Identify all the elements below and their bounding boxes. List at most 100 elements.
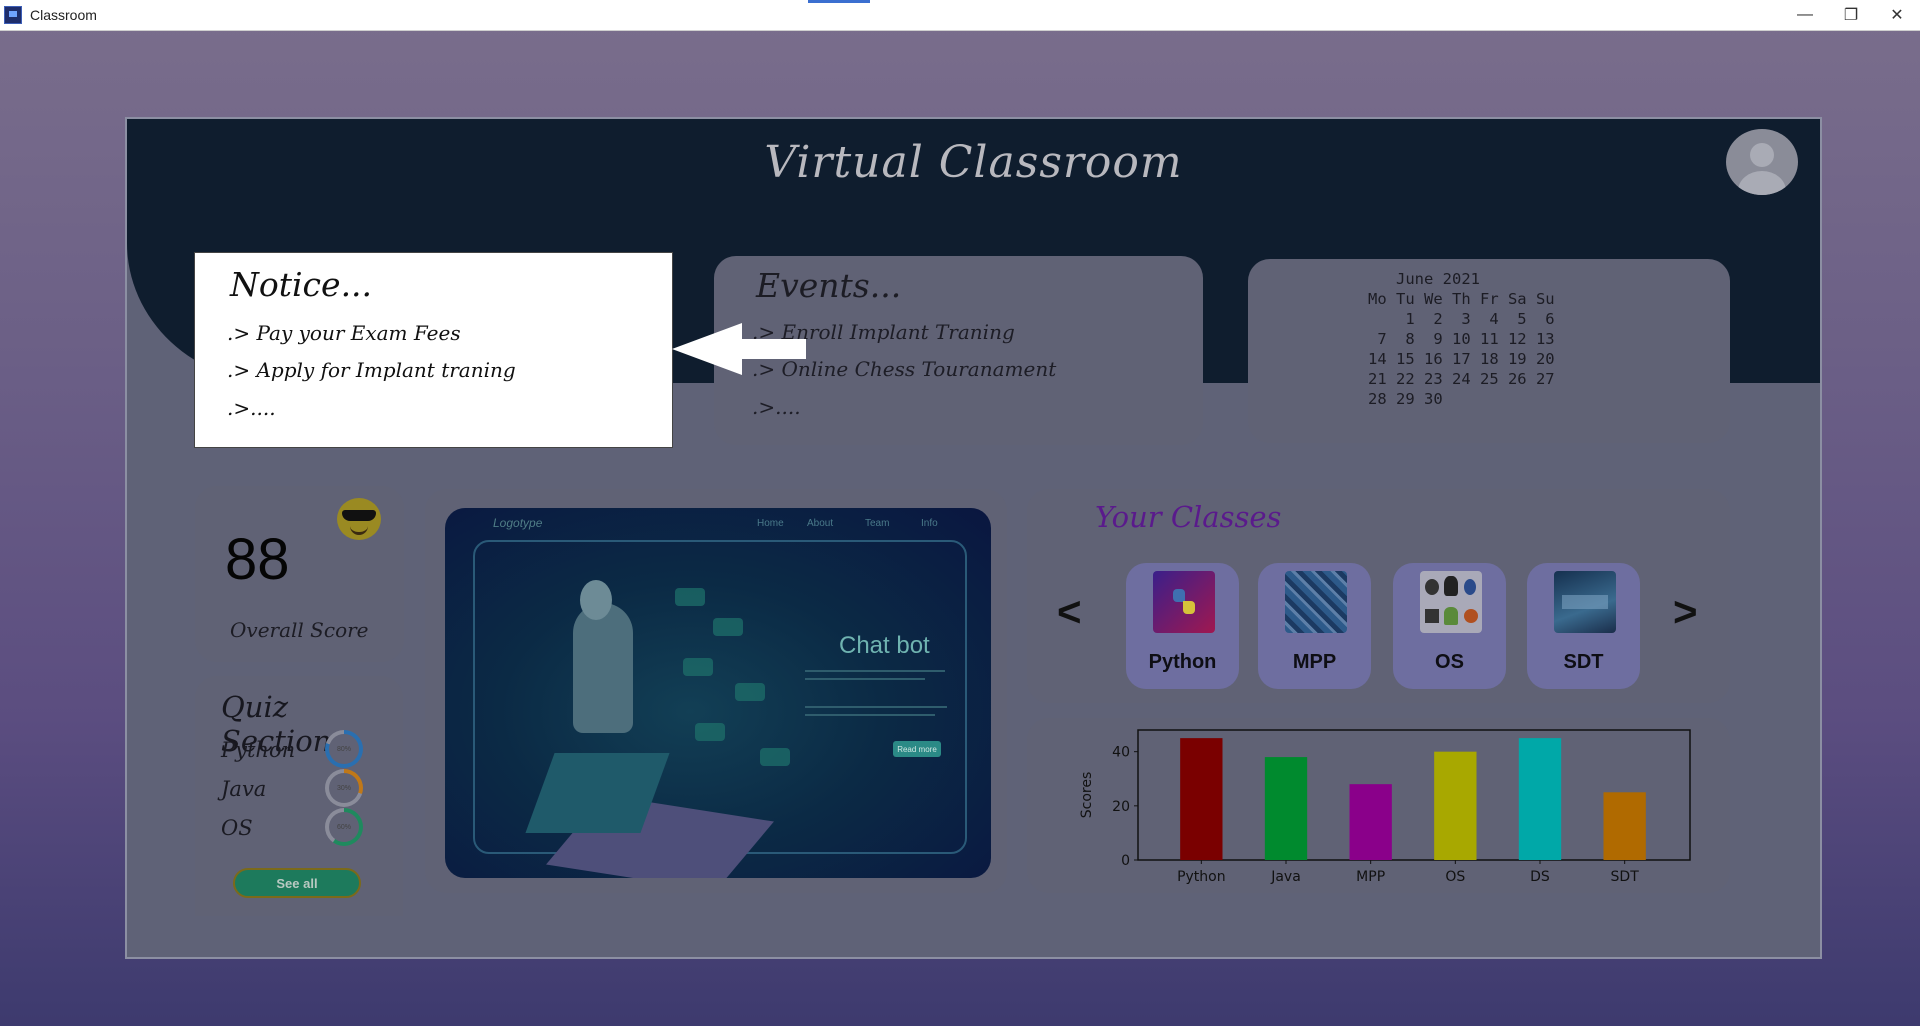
banner-nav-item: Info <box>921 518 938 529</box>
robot-body-shape <box>573 603 633 733</box>
notice-item: .>.... <box>227 396 276 420</box>
class-label: MPP <box>1292 651 1337 673</box>
y-tick-label: 40 <box>1112 745 1130 761</box>
y-tick-label: 0 <box>1121 853 1130 869</box>
taskbar-accent <box>808 0 870 3</box>
y-tick-label: 20 <box>1112 799 1130 815</box>
robot-head-shape <box>580 580 612 620</box>
pointer-arrow-icon <box>672 323 806 375</box>
quiz-name: OS <box>221 816 253 840</box>
bar-python <box>1180 738 1223 860</box>
x-tick-label: OS <box>1445 869 1465 885</box>
banner-nav-item: Home <box>757 518 784 529</box>
bar-java <box>1264 757 1308 860</box>
scores-chart-card: 0 20 40 Python Java MPP OS DS SDT Scores <box>1027 718 1730 893</box>
x-tick-label: Java <box>1270 869 1301 885</box>
banner-logo: Logotype <box>493 516 543 530</box>
sunglasses-shape <box>342 510 376 521</box>
chatbot-banner-image: Logotype Home About Team Info Chat bot R… <box>445 508 991 878</box>
progress-ring: 80% <box>325 730 363 768</box>
smile-shape <box>350 525 368 535</box>
os-logos-icon <box>1420 571 1482 633</box>
banner-text-line <box>805 714 935 716</box>
class-label: Python <box>1148 651 1217 673</box>
bar-ds <box>1518 738 1562 860</box>
classes-card: Your Classes < > Python MPP OS SDT <box>1027 489 1730 703</box>
app-icon <box>4 6 22 24</box>
chat-bubble-shape <box>760 748 790 766</box>
avatar-head <box>1750 143 1774 167</box>
notice-card[interactable]: Notice... .> Pay your Exam Fees .> Apply… <box>194 252 673 448</box>
app-frame: Virtual Classroom Notice... .> Pay your … <box>125 117 1822 959</box>
bar-mpp <box>1349 784 1392 860</box>
banner-card: Logotype Home About Team Info Chat bot R… <box>425 489 1007 893</box>
x-tick-label: DS <box>1530 869 1550 885</box>
class-tile-python[interactable]: Python <box>1126 563 1239 689</box>
overall-score-label: Overall Score <box>230 618 369 642</box>
sunglasses-emoji-icon <box>337 498 381 540</box>
quiz-card: Quiz Section Python 80% Java 30% OS 60% … <box>195 676 403 916</box>
progress-ring-label: 30% <box>329 773 359 803</box>
bars-group <box>1180 738 1646 860</box>
bar-os <box>1434 751 1477 860</box>
chat-bubble-shape <box>713 618 743 636</box>
banner-text-line <box>805 678 925 680</box>
y-axis: 0 20 40 <box>1112 745 1138 869</box>
chat-bubble-shape <box>695 723 725 741</box>
class-tile-sdt[interactable]: SDT <box>1527 563 1640 689</box>
window-title: Classroom <box>30 7 97 23</box>
progress-ring-label: 80% <box>329 734 359 764</box>
bar-sdt <box>1603 792 1646 860</box>
x-tick-label: Python <box>1177 869 1226 885</box>
event-item: .>.... <box>752 395 801 419</box>
user-avatar-icon[interactable] <box>1726 129 1798 195</box>
progress-ring: 30% <box>325 769 363 807</box>
y-axis-label: Scores <box>1079 772 1095 819</box>
progress-ring-label: 60% <box>329 812 359 842</box>
python-logo-icon <box>1153 571 1215 633</box>
events-title: Events... <box>756 266 902 305</box>
classes-title: Your Classes <box>1095 500 1282 534</box>
banner-text-line <box>805 706 947 708</box>
maximize-button[interactable]: ❐ <box>1828 0 1874 30</box>
progress-ring: 60% <box>325 808 363 846</box>
avatar-body <box>1738 171 1786 195</box>
calendar-card: June 2021 Mo Tu We Th Fr Sa Su 1 2 3 4 5… <box>1248 259 1730 443</box>
banner-nav-item: About <box>807 518 834 529</box>
chat-bubble-shape <box>735 683 765 701</box>
banner-nav-item: Team <box>865 518 890 529</box>
minimize-button[interactable]: — <box>1782 0 1828 30</box>
quiz-row[interactable]: OS 60% <box>221 808 391 848</box>
calendar-month: June 2021 Mo Tu We Th Fr Sa Su 1 2 3 4 5… <box>1368 270 1555 408</box>
notice-item: .> Pay your Exam Fees <box>227 321 461 345</box>
window-title-bar: Classroom — ❐ ✕ <box>0 0 1920 31</box>
classes-next-button[interactable]: > <box>1673 588 1698 636</box>
quiz-name: Java <box>221 777 267 801</box>
x-tick-label: SDT <box>1611 869 1640 885</box>
scores-chart: 0 20 40 Python Java MPP OS DS SDT Scores <box>1079 729 1691 885</box>
class-label: SDT <box>1563 651 1604 673</box>
quiz-row[interactable]: Python 80% <box>221 730 391 770</box>
read-more-button: Read more <box>893 741 941 757</box>
see-all-button[interactable]: See all <box>233 868 361 898</box>
class-label: OS <box>1435 651 1464 673</box>
banner-text-line <box>805 670 945 672</box>
chat-bubble-shape <box>683 658 713 676</box>
class-tile-mpp[interactable]: MPP <box>1258 563 1371 689</box>
class-tile-os[interactable]: OS <box>1393 563 1506 689</box>
chat-bubble-shape <box>675 588 705 606</box>
page-title: Virtual Classroom <box>764 137 1183 188</box>
banner-title: Chat bot <box>839 632 930 659</box>
circuit-board-icon <box>1285 571 1347 633</box>
close-button[interactable]: ✕ <box>1874 0 1920 30</box>
quiz-row[interactable]: Java 30% <box>221 769 391 809</box>
notice-item: .> Apply for Implant traning <box>227 358 516 382</box>
notice-title: Notice... <box>230 265 373 304</box>
score-card: 88 Overall Score <box>195 486 404 662</box>
classes-prev-button[interactable]: < <box>1057 588 1082 636</box>
software-development-icon <box>1554 571 1616 633</box>
x-axis: Python Java MPP OS DS SDT <box>1177 860 1639 885</box>
overall-score-value: 88 <box>225 527 290 592</box>
quiz-name: Python <box>221 738 296 762</box>
x-tick-label: MPP <box>1356 869 1385 885</box>
